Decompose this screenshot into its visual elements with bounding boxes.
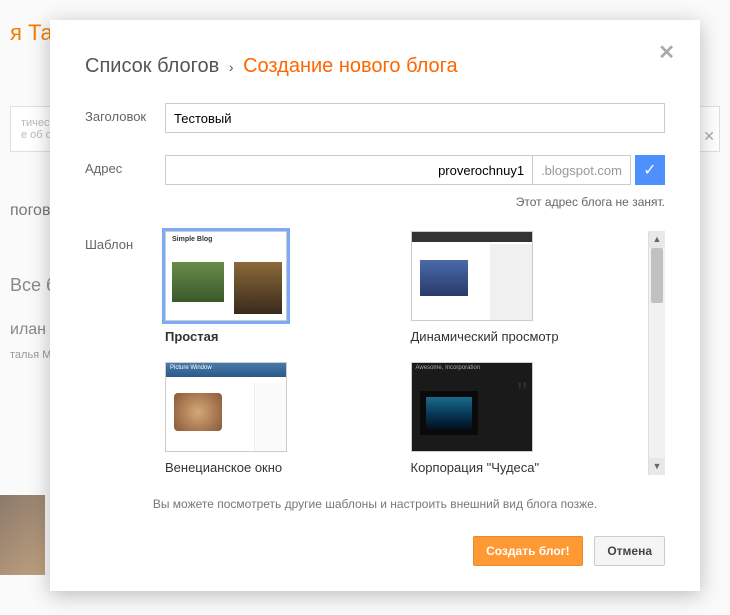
check-icon: ✓ [635, 155, 665, 185]
template-thumb: Awesome, Incorporation " [411, 362, 533, 452]
scroll-down-icon[interactable]: ▼ [649, 458, 665, 475]
template-picture-window[interactable]: Picture Window Венецианское окно [165, 362, 391, 475]
breadcrumb-separator: › [229, 59, 234, 75]
cancel-button[interactable]: Отмена [594, 536, 665, 566]
templates-scrollbar[interactable]: ▲ ▼ [648, 231, 665, 475]
title-input[interactable] [165, 103, 665, 133]
template-dynamic[interactable]: Динамический просмотр [411, 231, 637, 344]
template-thumb: Picture Window [165, 362, 287, 452]
address-input[interactable] [165, 155, 533, 185]
template-thumb [411, 231, 533, 321]
template-name: Простая [165, 329, 391, 344]
breadcrumb-list[interactable]: Список блогов [85, 55, 219, 77]
modal-footer: Создать блог! Отмена [85, 536, 665, 566]
address-suffix: .blogspot.com [533, 155, 631, 185]
scroll-thumb[interactable] [651, 248, 663, 303]
template-name: Динамический просмотр [411, 329, 637, 344]
template-awesome-inc[interactable]: Awesome, Incorporation " Корпорация "Чуд… [411, 362, 637, 475]
address-hint: Этот адрес блога не занят. [165, 195, 665, 209]
title-label: Заголовок [85, 103, 165, 124]
template-name: Корпорация "Чудеса" [411, 460, 637, 475]
bg-close-icon: ✕ [703, 128, 715, 145]
template-thumb [165, 231, 287, 321]
bg-thumbnail [0, 495, 45, 575]
template-label: Шаблон [85, 231, 165, 252]
templates-grid: Простая Динамический просмотр Picture Wi… [165, 231, 648, 475]
template-name: Венецианское окно [165, 460, 391, 475]
create-blog-modal: ✕ Список блогов › Создание нового блога … [50, 20, 700, 591]
breadcrumb-current: Создание нового блога [243, 55, 458, 77]
create-blog-button[interactable]: Создать блог! [473, 536, 583, 566]
close-icon[interactable]: ✕ [658, 40, 675, 65]
modal-header: Список блогов › Создание нового блога [85, 55, 665, 78]
address-label: Адрес [85, 155, 165, 176]
scroll-up-icon[interactable]: ▲ [649, 231, 665, 248]
template-simple[interactable]: Простая [165, 231, 391, 344]
templates-hint: Вы можете посмотреть другие шаблоны и на… [85, 497, 665, 511]
